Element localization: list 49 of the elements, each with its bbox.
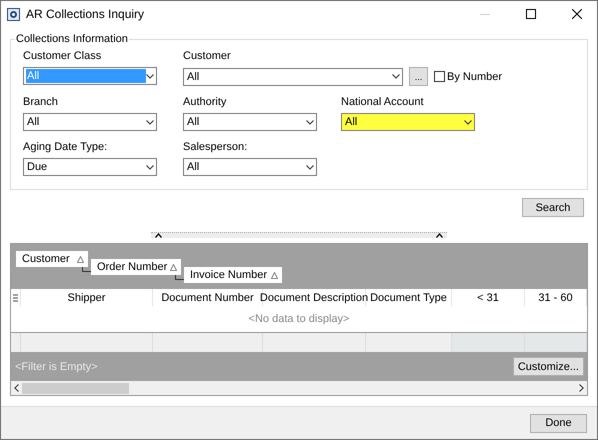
checkbox[interactable] [434,71,445,82]
checkbox-label: By Number [447,70,502,82]
field-label: Branch [23,96,59,109]
sort-triangle-icon [77,256,84,262]
dropdown-caret-icon [146,74,154,78]
dropdown-field[interactable]: All [23,113,157,131]
dropdown-field[interactable]: Due [23,158,157,176]
search-button[interactable]: Search [522,198,584,217]
field-label: Aging Date Type: [23,141,108,154]
close-icon[interactable] [572,9,582,19]
field-label: National Account [341,96,425,109]
scroll-right-icon[interactable] [579,384,584,392]
group-by-chip[interactable]: Customer [16,251,88,267]
column-header[interactable]: Shipper [21,289,153,306]
sort-triangle-icon [170,264,177,270]
dropdown-field[interactable]: All [183,113,317,131]
field-label: Authority [183,96,228,109]
scroll-thumb[interactable] [22,382,129,394]
lookup-button[interactable]: ... [409,67,428,86]
column-header[interactable]: Document Type [366,289,452,306]
field-label: Customer Class [23,50,102,63]
column-header[interactable]: < 31 [452,289,525,306]
filter-status: <Filter is Empty> [15,360,98,372]
group-by-chip[interactable]: Invoice Number [184,267,282,283]
horizontal-scrollbar[interactable] [11,381,587,395]
column-header[interactable]: 31 - 60 [525,289,587,306]
dropdown-caret-icon [306,120,314,124]
dropdown-field[interactable]: All [341,113,475,131]
dropdown-field[interactable]: All [183,68,403,86]
dropdown-caret-icon [464,120,472,124]
field-label: Salesperson: [183,141,248,154]
group-title: Collections Information [15,33,129,45]
maximize-icon[interactable] [526,9,536,19]
scroll-left-icon[interactable] [14,384,19,392]
window-title: AR Collections Inquiry [26,7,146,21]
field-label: Customer [183,50,232,63]
column-header[interactable]: Document Description [263,289,366,306]
dropdown-field[interactable]: All [183,158,317,176]
sort-triangle-icon [271,272,278,278]
done-button[interactable]: Done [530,414,587,432]
group-by-chip[interactable]: Order Number [91,259,181,275]
app-icon [7,8,20,20]
dropdown-caret-icon [146,120,154,124]
dropdown-caret-icon [306,164,314,170]
dropdown-caret-icon [146,164,154,170]
empty-message: <No data to display> [248,313,350,325]
customize-button[interactable]: Customize... [512,357,584,376]
column-chooser-icon[interactable] [13,294,18,302]
dropdown-caret-icon [392,74,400,79]
